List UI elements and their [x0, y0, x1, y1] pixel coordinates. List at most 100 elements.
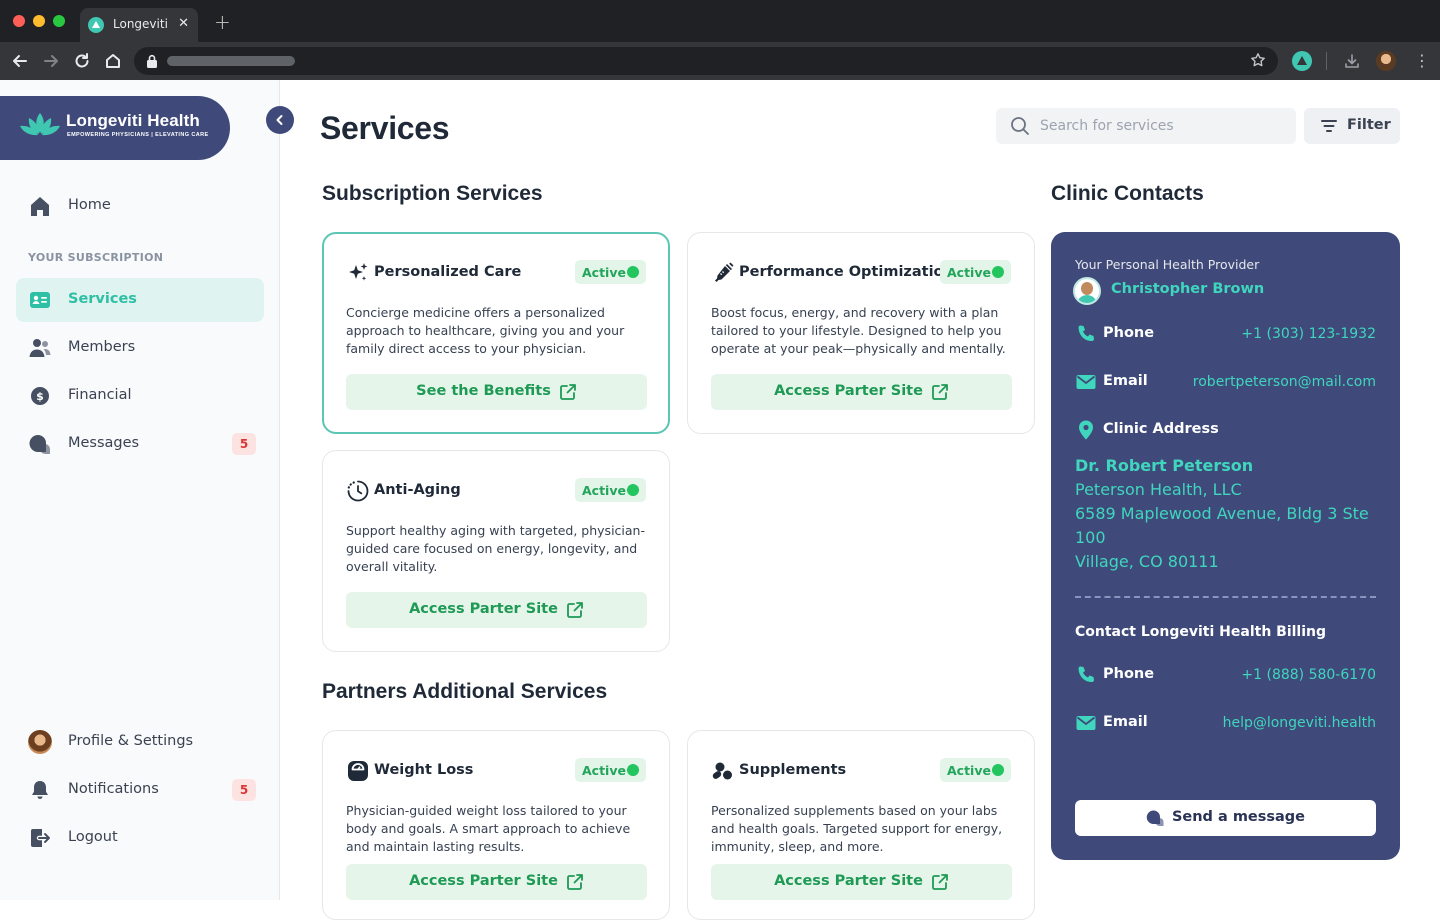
- provider-name[interactable]: Christopher Brown: [1111, 281, 1264, 297]
- service-card-performance-optimization[interactable]: Performance Optimization Active Boost fo…: [687, 232, 1035, 434]
- chat-icon: [1146, 810, 1164, 826]
- minimize-window-button[interactable]: [33, 15, 45, 27]
- status-dot: [992, 266, 1004, 278]
- filter-button[interactable]: Filter: [1304, 108, 1400, 144]
- contacts-section-title: Clinic Contacts: [1051, 182, 1204, 205]
- service-card-weight-loss[interactable]: Weight Loss Active Physician-guided weig…: [322, 730, 670, 920]
- sidebar-item-home[interactable]: Home: [16, 184, 264, 228]
- lock-icon: [147, 54, 157, 68]
- page-title: Services: [320, 110, 450, 146]
- access-partner-site-button[interactable]: Access Parter Site: [346, 864, 647, 900]
- sidebar-item-label: Messages: [68, 435, 140, 451]
- scale-icon: [346, 759, 370, 783]
- status-dot: [627, 484, 639, 496]
- email-icon: [1075, 712, 1097, 734]
- status-badge: Active: [940, 758, 1011, 782]
- sidebar-item-label: Members: [68, 339, 136, 355]
- provider-avatar: [1073, 277, 1101, 305]
- partners-section-title: Partners Additional Services: [322, 680, 608, 703]
- address-street: 6589 Maplewood Avenue, Bldg 3 Ste: [1075, 504, 1369, 523]
- reload-icon[interactable]: [72, 51, 92, 71]
- brand-name: Longeviti Health: [66, 111, 200, 130]
- email-label: Email: [1103, 373, 1148, 389]
- collapse-sidebar-button[interactable]: [266, 106, 294, 134]
- sidebar-item-label: Notifications: [68, 781, 159, 797]
- download-icon[interactable]: [1343, 52, 1361, 70]
- sidebar-item-messages[interactable]: Messages 5: [16, 422, 264, 466]
- access-partner-site-button[interactable]: Access Parter Site: [711, 864, 1012, 900]
- search-box[interactable]: [996, 108, 1296, 144]
- send-message-button[interactable]: Send a message: [1075, 800, 1376, 836]
- status-text: Active: [582, 265, 626, 280]
- browser-menu-icon[interactable]: ⋮: [1414, 51, 1430, 71]
- status-dot: [992, 764, 1004, 776]
- sidebar-item-financial[interactable]: $ Financial: [16, 374, 264, 418]
- sidebar-item-services[interactable]: Services: [16, 278, 264, 322]
- back-icon[interactable]: [10, 51, 30, 71]
- status-badge: Active: [575, 758, 646, 782]
- chevron-left-icon: [276, 115, 283, 125]
- dollar-icon: $: [28, 385, 52, 407]
- id-card-icon: [28, 289, 52, 311]
- browser-tab-strip: Longeviti ✕ +: [0, 0, 1440, 42]
- new-tab-button[interactable]: +: [214, 12, 231, 32]
- search-icon: [1011, 117, 1029, 135]
- phone-number-link[interactable]: +1 (303) 123-1932: [1241, 326, 1376, 342]
- forward-icon[interactable]: [41, 51, 61, 71]
- browser-toolbar: ⋮: [0, 42, 1440, 80]
- service-card-personalized-care[interactable]: Personalized Care Active Concierge medic…: [322, 232, 670, 434]
- status-text: Active: [947, 763, 991, 778]
- phone-label: Phone: [1103, 325, 1155, 341]
- tab-close-icon[interactable]: ✕: [178, 16, 189, 32]
- bell-icon: [28, 779, 52, 801]
- home-icon: [28, 195, 52, 217]
- close-window-button[interactable]: [13, 15, 25, 27]
- sidebar-item-notifications[interactable]: Notifications 5: [16, 768, 264, 812]
- sidebar-item-profile[interactable]: Profile & Settings: [16, 720, 264, 764]
- external-link-icon: [932, 874, 948, 890]
- filter-icon: [1321, 120, 1337, 132]
- external-link-icon: [567, 602, 583, 618]
- home-browser-icon[interactable]: [103, 51, 123, 71]
- subscription-section-title: Subscription Services: [322, 182, 543, 205]
- card-title: Anti-Aging: [374, 482, 461, 498]
- access-partner-site-button[interactable]: Access Parter Site: [346, 592, 647, 628]
- browser-tab[interactable]: Longeviti ✕: [80, 8, 198, 42]
- brand-tagline: EMPOWERING PHYSICIANS | ELEVATING CARE: [67, 132, 209, 138]
- button-label: Access Parter Site: [409, 873, 558, 889]
- status-badge: Active: [575, 478, 646, 502]
- billing-phone-link[interactable]: +1 (888) 580-6170: [1241, 667, 1376, 683]
- billing-email-label: Email: [1103, 714, 1148, 730]
- button-label: Access Parter Site: [774, 873, 923, 889]
- address-bar[interactable]: [134, 47, 1278, 75]
- card-title: Weight Loss: [374, 762, 474, 778]
- avatar: [28, 730, 52, 754]
- status-dot: [627, 266, 639, 278]
- dashed-divider: [1075, 596, 1376, 598]
- address-physician-name: Dr. Robert Peterson: [1075, 456, 1254, 475]
- search-input[interactable]: [1040, 108, 1280, 144]
- sidebar-item-members[interactable]: Members: [16, 326, 264, 370]
- brand-logo[interactable]: Longeviti Health EMPOWERING PHYSICIANS |…: [0, 96, 230, 160]
- sidebar-item-label: Logout: [68, 829, 118, 845]
- maximize-window-button[interactable]: [53, 15, 65, 27]
- billing-email-link[interactable]: help@longeviti.health: [1223, 715, 1376, 731]
- bookmark-star-icon[interactable]: [1250, 52, 1266, 68]
- phone-icon: [1075, 664, 1097, 686]
- external-link-icon: [559, 384, 576, 400]
- see-benefits-button[interactable]: See the Benefits: [346, 374, 647, 410]
- clinic-contacts-panel: Your Personal Health Provider Christophe…: [1051, 232, 1400, 860]
- extension-icon[interactable]: [1292, 51, 1312, 71]
- card-description: Concierge medicine offers a personalized…: [346, 305, 625, 356]
- clock-icon: [346, 479, 370, 503]
- toolbar-divider: [1326, 52, 1327, 70]
- browser-profile-avatar[interactable]: [1376, 51, 1396, 71]
- filter-label: Filter: [1347, 117, 1391, 133]
- service-card-supplements[interactable]: Supplements Active Personalized suppleme…: [687, 730, 1035, 920]
- access-partner-site-button[interactable]: Access Parter Site: [711, 374, 1012, 410]
- sidebar-item-label: Profile & Settings: [68, 733, 194, 749]
- svg-text:$: $: [36, 390, 44, 403]
- sidebar-item-logout[interactable]: Logout: [16, 816, 264, 860]
- service-card-anti-aging[interactable]: Anti-Aging Active Support healthy aging …: [322, 450, 670, 652]
- email-link[interactable]: robertpeterson@mail.com: [1193, 374, 1376, 390]
